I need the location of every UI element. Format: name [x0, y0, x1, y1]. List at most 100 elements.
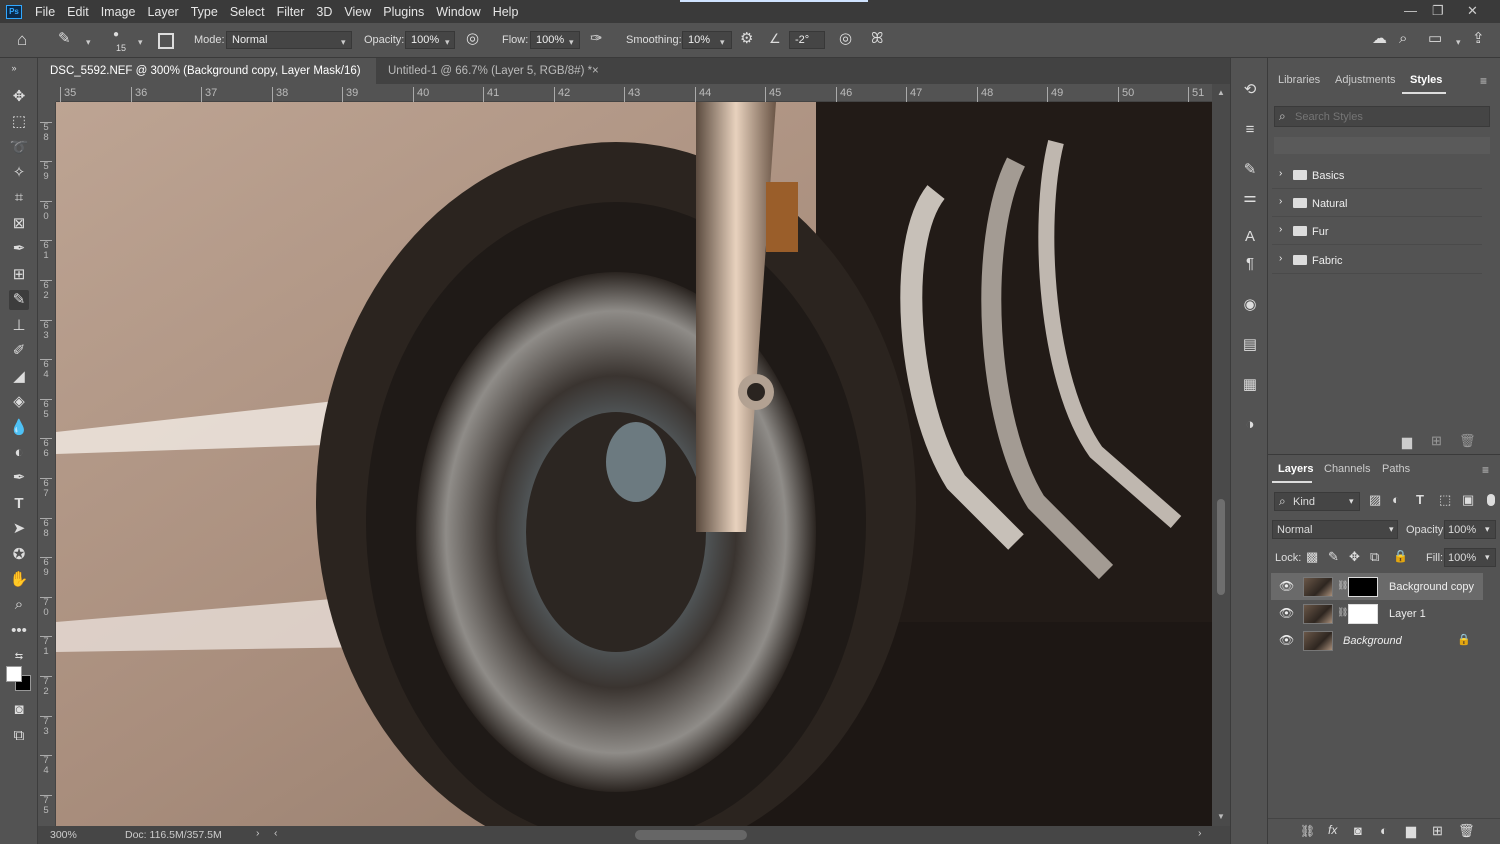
foreground-color[interactable]: [6, 666, 22, 682]
adjustment-filter-icon[interactable]: ◐: [1392, 492, 1400, 507]
pressure-size-icon[interactable]: ◎: [839, 29, 852, 49]
zoom-tool-icon[interactable]: ⌕: [9, 595, 29, 615]
blur-tool-icon[interactable]: 💧: [9, 418, 29, 438]
lock-icon[interactable]: 🔒: [1457, 633, 1471, 646]
tab-layers[interactable]: Layers: [1278, 463, 1313, 475]
tab-styles[interactable]: Styles: [1410, 74, 1442, 86]
document-canvas[interactable]: [56, 102, 1212, 826]
menu-file[interactable]: File: [29, 5, 61, 19]
history-panel-icon[interactable]: ⟲: [1240, 80, 1260, 100]
fx-icon[interactable]: fx: [1328, 823, 1337, 837]
quick-mask-icon[interactable]: ◙: [9, 700, 29, 720]
menu-plugins[interactable]: Plugins: [377, 5, 430, 19]
brush-tool-icon[interactable]: ✎: [9, 290, 29, 310]
layer-mask-thumbnail[interactable]: [1348, 604, 1378, 624]
pressure-opacity-icon[interactable]: ◎: [466, 29, 479, 49]
hand-tool-icon[interactable]: ✋: [9, 570, 29, 590]
collapse-icon[interactable]: »: [4, 58, 24, 78]
workspace-icon[interactable]: ▭: [1428, 29, 1442, 49]
filter-toggle[interactable]: [1487, 494, 1495, 506]
brush-preset-icon[interactable]: ✎: [58, 29, 71, 49]
eyedropper-tool-icon[interactable]: ✒: [9, 239, 29, 259]
path-select-tool-icon[interactable]: ➤: [9, 519, 29, 539]
layer-row-background[interactable]: 👁 Background 🔒: [1271, 627, 1483, 654]
type-filter-icon[interactable]: T: [1416, 492, 1424, 507]
cloud-icon[interactable]: ☁: [1372, 29, 1387, 49]
layer-row-background-copy[interactable]: 👁 ⛓ Background copy: [1271, 573, 1483, 600]
layer-mask-thumbnail[interactable]: [1348, 577, 1378, 597]
shape-tool-icon[interactable]: ✪: [9, 545, 29, 565]
tab-libraries[interactable]: Libraries: [1278, 74, 1320, 86]
symmetry-icon[interactable]: ꕤ: [871, 29, 883, 49]
type-tool-icon[interactable]: T: [9, 494, 29, 514]
style-group-basics[interactable]: › Basics: [1272, 162, 1482, 189]
gear-icon[interactable]: ⚙: [740, 29, 753, 49]
chevron-down-icon[interactable]: ▾: [720, 37, 725, 48]
zoom-level[interactable]: 300%: [50, 829, 77, 841]
menu-help[interactable]: Help: [487, 5, 525, 19]
link-layers-icon[interactable]: ⛓: [1300, 824, 1315, 838]
menu-type[interactable]: Type: [185, 5, 224, 19]
chevron-down-icon[interactable]: ▾: [569, 37, 574, 48]
link-icon[interactable]: ⛓: [1337, 607, 1348, 618]
search-input[interactable]: [1295, 108, 1485, 125]
restore-button[interactable]: ❐: [1432, 3, 1444, 19]
camera-icon[interactable]: ◉: [1240, 295, 1260, 315]
tab-adjustments[interactable]: Adjustments: [1335, 74, 1396, 86]
eye-icon[interactable]: 👁: [1279, 579, 1294, 593]
tab-paths[interactable]: Paths: [1382, 463, 1410, 475]
menu-select[interactable]: Select: [224, 5, 271, 19]
adjustment-layer-icon[interactable]: ◐: [1380, 823, 1388, 838]
menu-window[interactable]: Window: [430, 5, 486, 19]
marquee-tool-icon[interactable]: ⬚: [9, 112, 29, 132]
menu-image[interactable]: Image: [95, 5, 142, 19]
chevron-right-icon[interactable]: ›: [1279, 196, 1282, 207]
more-tools-icon[interactable]: •••: [9, 621, 29, 641]
frame-tool-icon[interactable]: ⊠: [9, 214, 29, 234]
panel-menu-icon[interactable]: ≡: [1480, 74, 1487, 88]
brush-panel-icon[interactable]: [158, 33, 174, 49]
home-icon[interactable]: ⌂: [17, 30, 27, 50]
lasso-tool-icon[interactable]: ➰: [9, 138, 29, 158]
menu-filter[interactable]: Filter: [271, 5, 311, 19]
chevron-down-icon[interactable]: ▾: [138, 37, 143, 48]
menu-view[interactable]: View: [338, 5, 377, 19]
style-group-natural[interactable]: › Natural: [1272, 190, 1482, 217]
swatches-panel-icon[interactable]: ▦: [1240, 375, 1260, 395]
menu-edit[interactable]: Edit: [61, 5, 95, 19]
healing-tool-icon[interactable]: ⊞: [9, 265, 29, 285]
brush-settings-icon[interactable]: ✎: [1240, 160, 1260, 180]
style-group-fur[interactable]: › Fur: [1272, 218, 1482, 245]
angle-input[interactable]: -2°: [789, 31, 825, 49]
stamp-tool-icon[interactable]: ⊥: [9, 316, 29, 336]
minimize-button[interactable]: —: [1404, 3, 1417, 18]
style-group-fabric[interactable]: › Fabric: [1272, 247, 1482, 274]
tab-channels[interactable]: Channels: [1324, 463, 1370, 475]
gradient-panel-icon[interactable]: ▤: [1240, 335, 1260, 355]
paint-bucket-tool-icon[interactable]: ◈: [9, 392, 29, 412]
chevron-right-icon[interactable]: ›: [1279, 224, 1282, 235]
character-panel-icon[interactable]: A: [1240, 227, 1260, 247]
lock-position-icon[interactable]: ✥: [1349, 549, 1360, 565]
pixel-filter-icon[interactable]: ▨: [1369, 492, 1381, 508]
tab-dsc5592[interactable]: DSC_5592.NEF @ 300% (Background copy, La…: [38, 58, 376, 103]
brushes-panel-icon[interactable]: ⚌: [1240, 188, 1260, 208]
chevron-down-icon[interactable]: ▾: [341, 37, 346, 48]
delete-layer-icon[interactable]: 🗑: [1458, 823, 1475, 839]
new-style-icon[interactable]: ⊞: [1431, 433, 1442, 449]
chevron-up-icon[interactable]: ▲: [1217, 88, 1225, 97]
vertical-scrollbar[interactable]: ▲ ▼: [1212, 84, 1230, 826]
add-mask-icon[interactable]: ◙: [1354, 823, 1362, 838]
status-menu-arrow[interactable]: ›: [256, 827, 260, 839]
panel-menu-icon[interactable]: ≡: [1482, 463, 1489, 477]
new-group-icon[interactable]: ▆: [1406, 823, 1416, 839]
crop-tool-icon[interactable]: ⌗: [9, 188, 29, 208]
filter-kind-select[interactable]: ⌕ Kind ▾: [1274, 492, 1360, 511]
airbrush-icon[interactable]: ✑: [590, 29, 603, 49]
scroll-left-arrow[interactable]: ‹: [274, 827, 278, 839]
patterns-panel-icon[interactable]: ◑: [1240, 415, 1260, 435]
search-icon[interactable]: ⌕: [1399, 29, 1407, 49]
blend-mode-select[interactable]: Normal ▾: [1272, 520, 1398, 539]
tab-untitled-1[interactable]: Untitled-1 @ 66.7% (Layer 5, RGB/8#) * ×: [376, 58, 608, 84]
pen-tool-icon[interactable]: ✒: [9, 468, 29, 488]
